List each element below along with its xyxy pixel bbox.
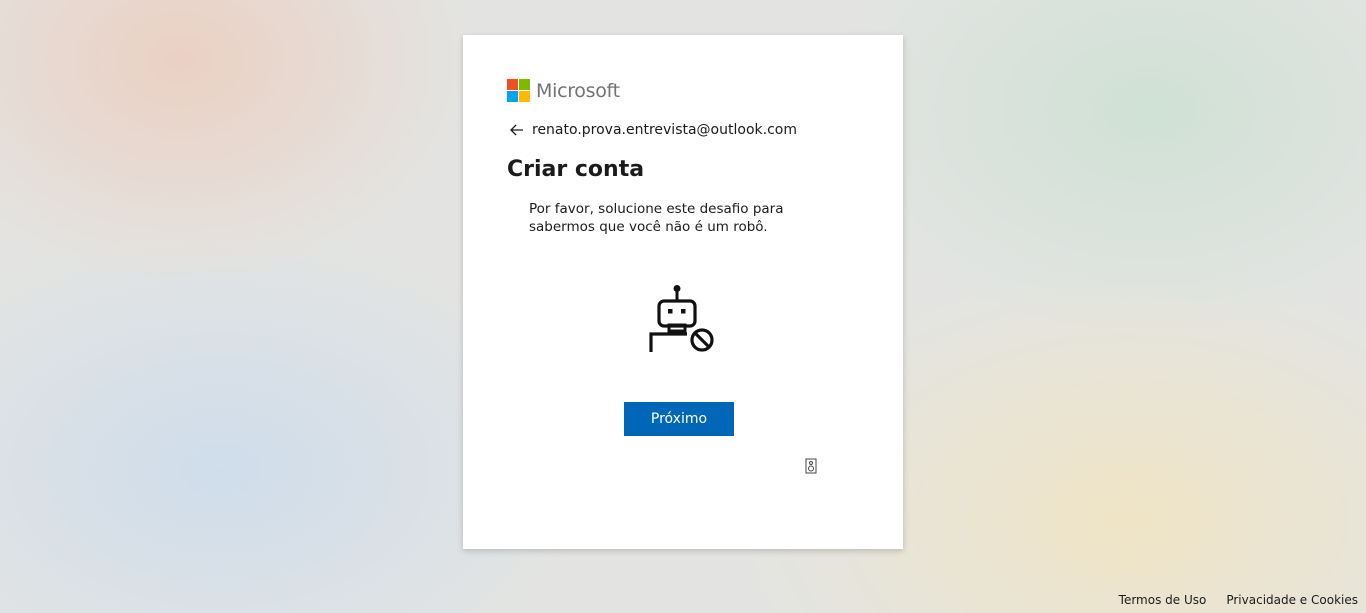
- brand-name: Microsoft: [536, 79, 620, 102]
- arrow-left-icon[interactable]: [510, 123, 524, 137]
- page-footer: Termos de Uso Privacidade e Cookies: [1119, 593, 1358, 607]
- page-title: Criar conta: [507, 157, 645, 182]
- challenge-description: Por favor, solucione este desafio para s…: [529, 201, 784, 235]
- privacy-link[interactable]: Privacidade e Cookies: [1226, 593, 1358, 607]
- microsoft-logo-icon: [507, 79, 530, 102]
- speaker-icon[interactable]: [805, 458, 817, 474]
- next-button[interactable]: Próximo: [624, 402, 734, 436]
- identity-banner[interactable]: renato.prova.entrevista@outlook.com: [510, 122, 797, 138]
- terms-link[interactable]: Termos de Uso: [1119, 593, 1207, 607]
- signup-card: Microsoft renato.prova.entrevista@outloo…: [463, 35, 903, 549]
- microsoft-logo: Microsoft: [507, 79, 620, 102]
- robot-blocked-icon: [647, 284, 717, 356]
- identity-email: renato.prova.entrevista@outlook.com: [532, 122, 797, 138]
